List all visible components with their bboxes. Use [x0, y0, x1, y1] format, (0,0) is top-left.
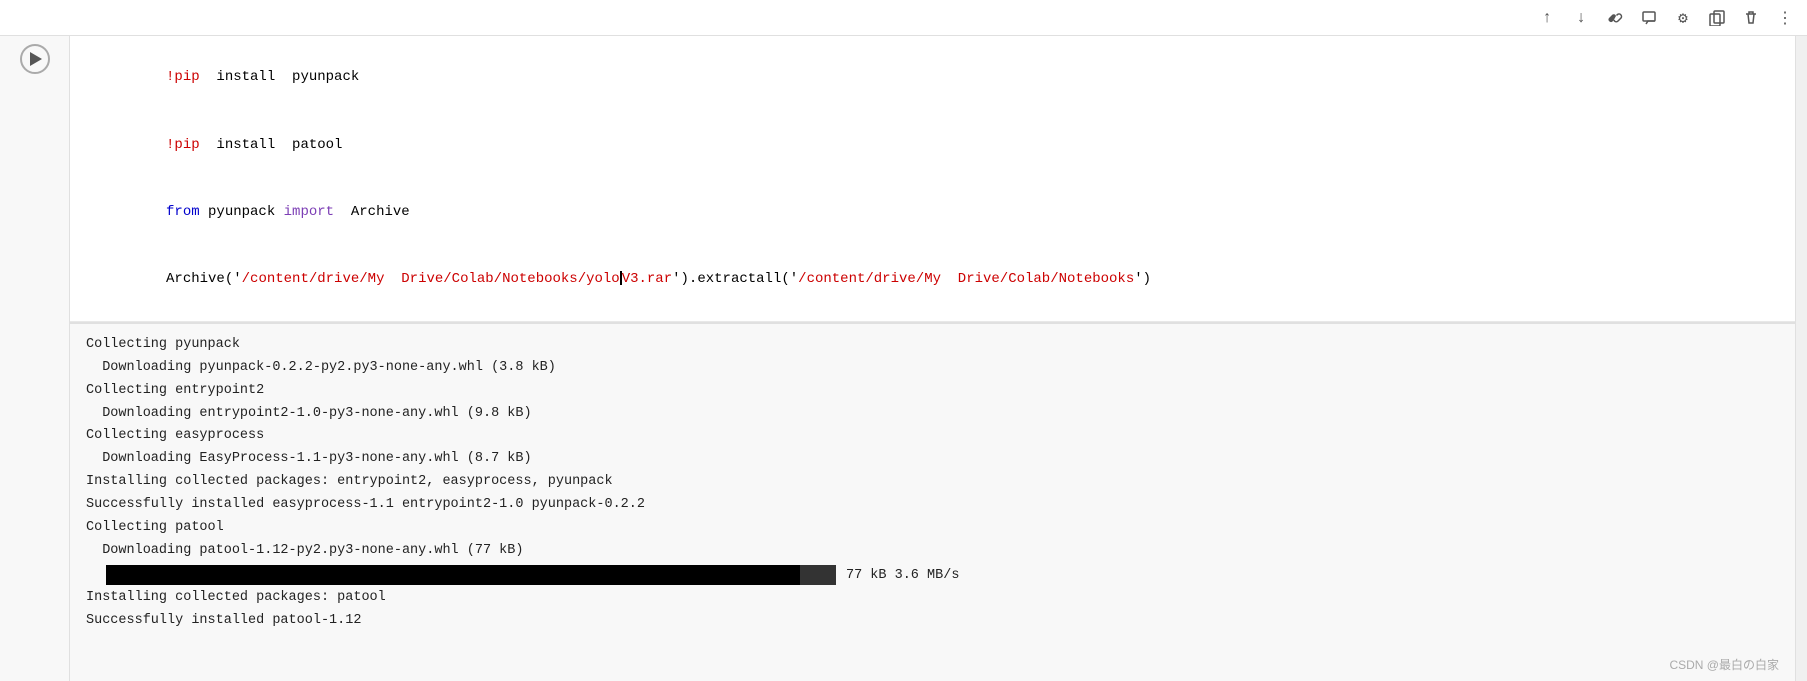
- code-path1: /content/drive/My Drive/Colab/Notebooks/…: [242, 271, 672, 287]
- code-open-paren: (': [225, 271, 242, 287]
- play-icon: [30, 52, 42, 66]
- output-line-installing-patool: Installing collected packages: patool: [86, 587, 1779, 610]
- progress-bar-container: 77 kB 3.6 MB/s: [86, 565, 1779, 585]
- code-area[interactable]: !pip install pyunpack !pip install patoo…: [70, 36, 1795, 322]
- notebook-cell: ↑ ↓ ⚙ ⋮: [0, 0, 1807, 681]
- code-line-1: !pip install pyunpack: [82, 44, 1783, 111]
- cell-main: !pip install pyunpack !pip install patoo…: [0, 36, 1807, 681]
- code-open-paren-2: (': [781, 271, 798, 287]
- output-line-successfully-installed-patool: Successfully installed patool-1.12: [86, 610, 1779, 633]
- cell-toolbar: ↑ ↓ ⚙ ⋮: [0, 0, 1807, 36]
- output-line-downloading-patool: Downloading patool-1.12-py2.py3-none-any…: [86, 540, 1779, 563]
- code-import: import: [284, 204, 334, 220]
- code-from: from: [166, 204, 200, 220]
- settings-icon[interactable]: ⚙: [1669, 4, 1697, 32]
- code-pip-1: !pip: [166, 69, 200, 85]
- right-panel: [1795, 36, 1807, 681]
- output-line-successfully-installed-pyunpack: Successfully installed easyprocess-1.1 e…: [86, 494, 1779, 517]
- code-line-2: !pip install patool: [82, 111, 1783, 178]
- code-archive-import: Archive: [334, 204, 410, 220]
- output-line-downloading-entrypoint2: Downloading entrypoint2-1.0-py3-none-any…: [86, 403, 1779, 426]
- text-cursor: [620, 271, 622, 285]
- output-line-collecting-easyprocess: Collecting easyprocess: [86, 425, 1779, 448]
- output-line-collecting-entrypoint2: Collecting entrypoint2: [86, 380, 1779, 403]
- code-path2: /content/drive/My Drive/Colab/Notebooks: [798, 271, 1134, 287]
- code-line-3: from pyunpack import Archive: [82, 178, 1783, 245]
- cell-gutter: [0, 36, 70, 681]
- code-pip-2: !pip: [166, 137, 200, 153]
- comment-icon[interactable]: [1635, 4, 1663, 32]
- code-line-4: Archive('/content/drive/My Drive/Colab/N…: [82, 246, 1783, 313]
- output-area: Collecting pyunpack Downloading pyunpack…: [70, 322, 1795, 681]
- code-archive-call: Archive: [166, 271, 225, 287]
- code-text-2: install patool: [200, 137, 343, 153]
- code-extractall: extractall: [697, 271, 781, 287]
- output-line-collecting-patool: Collecting patool: [86, 517, 1779, 540]
- arrow-up-icon[interactable]: ↑: [1533, 4, 1561, 32]
- output-line-installing-collected: Installing collected packages: entrypoin…: [86, 471, 1779, 494]
- code-close-2: '): [1134, 271, 1151, 287]
- output-line-downloading-pyunpack: Downloading pyunpack-0.2.2-py2.py3-none-…: [86, 357, 1779, 380]
- link-icon[interactable]: [1601, 4, 1629, 32]
- code-text-1: install pyunpack: [200, 69, 360, 85]
- code-close-1: ').: [672, 271, 697, 287]
- code-pyunpack: pyunpack: [200, 204, 284, 220]
- cell-content: !pip install pyunpack !pip install patoo…: [70, 36, 1795, 681]
- trash-icon[interactable]: [1737, 4, 1765, 32]
- run-button[interactable]: [20, 44, 50, 74]
- watermark: CSDN @最白の白家: [1669, 656, 1779, 673]
- output-line-downloading-easyprocess: Downloading EasyProcess-1.1-py3-none-any…: [86, 448, 1779, 471]
- output-line-collecting-pyunpack: Collecting pyunpack: [86, 334, 1779, 357]
- progress-label: 77 kB 3.6 MB/s: [846, 568, 959, 583]
- arrow-down-icon[interactable]: ↓: [1567, 4, 1595, 32]
- copy-icon[interactable]: [1703, 4, 1731, 32]
- more-options-icon[interactable]: ⋮: [1771, 4, 1799, 32]
- progress-bar: [106, 565, 836, 585]
